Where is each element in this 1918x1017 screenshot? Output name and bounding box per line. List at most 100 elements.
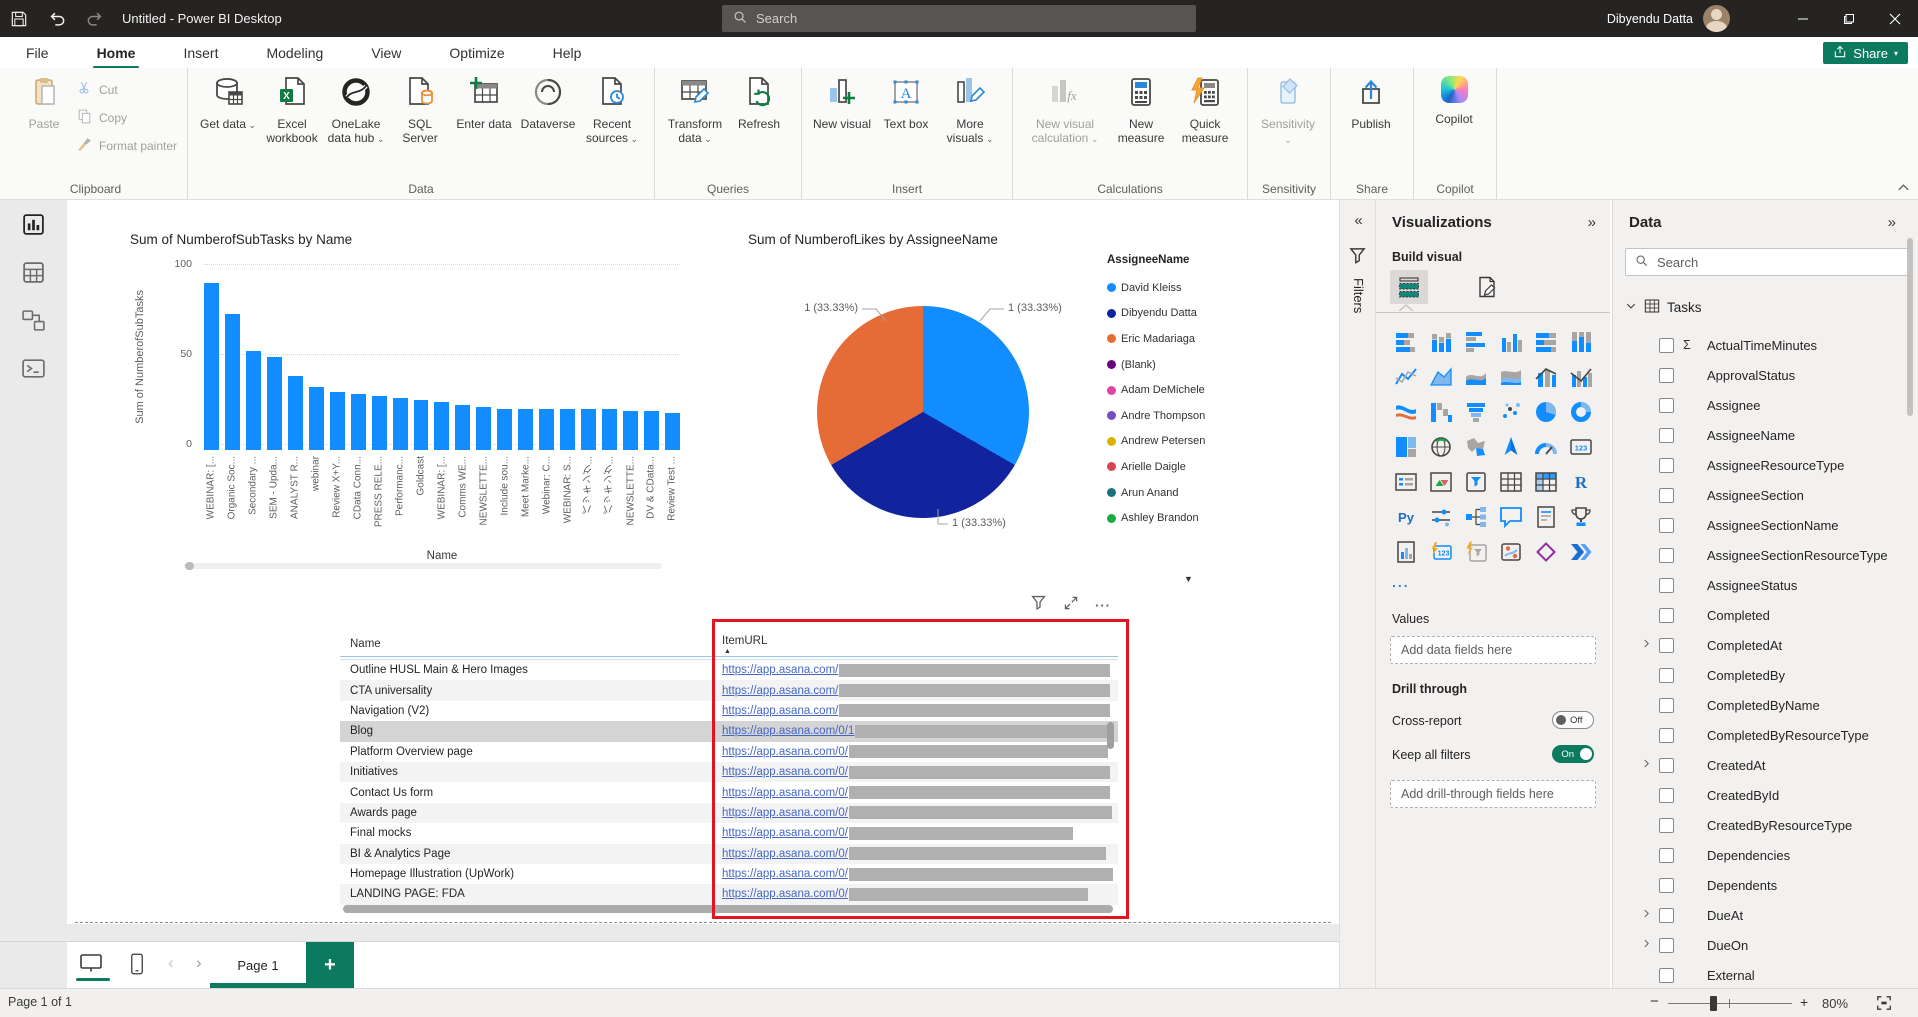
visual-type-r-script-visual[interactable]: R bbox=[1563, 464, 1598, 499]
legend-more-caret-icon[interactable]: ▼ bbox=[1184, 574, 1193, 584]
bar[interactable] bbox=[225, 314, 240, 450]
visual-type-key-influencers[interactable] bbox=[1423, 499, 1458, 534]
data-search-input[interactable]: Search bbox=[1625, 248, 1909, 276]
field-checkbox[interactable] bbox=[1659, 728, 1674, 743]
legend-item[interactable]: Dibyendu Datta bbox=[1107, 301, 1240, 327]
visual-type-map[interactable] bbox=[1423, 429, 1458, 464]
visual-type-100-stacked-column-chart[interactable] bbox=[1563, 324, 1598, 359]
field-row-completed[interactable]: Completed bbox=[1613, 600, 1903, 630]
legend-item[interactable]: Andrew Petersen bbox=[1107, 429, 1240, 455]
field-checkbox[interactable] bbox=[1659, 458, 1674, 473]
field-row-assigneename[interactable]: AssigneeName bbox=[1613, 420, 1903, 450]
menu-tab-view[interactable]: View bbox=[369, 41, 403, 65]
field-row-assignee[interactable]: Assignee bbox=[1613, 390, 1903, 420]
field-checkbox[interactable] bbox=[1659, 698, 1674, 713]
table-row[interactable]: Navigation (V2)https://app.asana.com/ bbox=[340, 701, 1118, 721]
field-checkbox[interactable] bbox=[1659, 758, 1674, 773]
cross-report-toggle[interactable]: Off bbox=[1552, 711, 1594, 729]
field-row-completedbyresourcetype[interactable]: CompletedByResourceType bbox=[1613, 720, 1903, 750]
item-url-link[interactable]: https://app.asana.com/0/ bbox=[722, 868, 848, 880]
field-checkbox[interactable] bbox=[1659, 428, 1674, 443]
field-row-dependents[interactable]: Dependents bbox=[1613, 870, 1903, 900]
chevron-down-icon[interactable] bbox=[1625, 300, 1637, 315]
chevron-right-icon[interactable] bbox=[1639, 936, 1653, 954]
visual-type-line-and-clustered-column-chart[interactable] bbox=[1563, 359, 1598, 394]
visual-type-paginated-report[interactable] bbox=[1388, 534, 1423, 569]
bar[interactable] bbox=[560, 409, 575, 450]
field-checkbox[interactable] bbox=[1659, 788, 1674, 803]
bar[interactable] bbox=[518, 409, 533, 450]
bar[interactable] bbox=[455, 405, 470, 450]
field-row-assigneestatus[interactable]: AssigneeStatus bbox=[1613, 570, 1903, 600]
field-row-createdat[interactable]: CreatedAt bbox=[1613, 750, 1903, 780]
ribbon-onelake-data-hub-button[interactable]: OneLake data hub ⌄ bbox=[324, 74, 388, 148]
menu-tab-insert[interactable]: Insert bbox=[181, 41, 220, 65]
item-url-link[interactable]: https://app.asana.com/0/ bbox=[722, 848, 848, 860]
tab-format-visual[interactable] bbox=[1472, 272, 1502, 302]
visual-type-new-card[interactable]: 123 bbox=[1423, 534, 1458, 569]
visual-type-scatter-chart[interactable] bbox=[1493, 394, 1528, 429]
bar[interactable] bbox=[602, 409, 617, 450]
save-icon[interactable] bbox=[0, 0, 38, 37]
undo-icon[interactable] bbox=[38, 0, 76, 37]
visual-type-power-automate[interactable] bbox=[1563, 534, 1598, 569]
rail-model-view[interactable] bbox=[0, 296, 67, 344]
rail-report-view[interactable] bbox=[0, 200, 67, 248]
filters-pane-label[interactable]: Filters bbox=[1340, 278, 1377, 313]
field-row-assigneesectionresourcetype[interactable]: AssigneeSectionResourceType bbox=[1613, 540, 1903, 570]
visual-type-python-visual[interactable]: Py bbox=[1388, 499, 1423, 534]
item-url-link[interactable]: https://app.asana.com/ bbox=[722, 664, 838, 676]
table-row[interactable]: Bloghttps://app.asana.com/0/1 bbox=[340, 721, 1118, 741]
ribbon-new-measure-button[interactable]: New measure bbox=[1109, 74, 1173, 147]
keep-all-filters-toggle[interactable]: On bbox=[1552, 745, 1594, 763]
bar-chart-scrollbar[interactable] bbox=[184, 563, 662, 569]
menu-tab-optimize[interactable]: Optimize bbox=[447, 41, 506, 65]
bar[interactable] bbox=[434, 402, 449, 450]
field-row-completedat[interactable]: CompletedAt bbox=[1613, 630, 1903, 660]
visual-type-donut-chart[interactable] bbox=[1563, 394, 1598, 429]
table-row[interactable]: Outline HUSL Main & Hero Imageshttps://a… bbox=[340, 660, 1118, 680]
ribbon-refresh-button[interactable]: Refresh bbox=[727, 74, 791, 134]
legend-item[interactable]: David Kleiss bbox=[1107, 275, 1240, 301]
bar[interactable] bbox=[393, 398, 408, 450]
field-checkbox[interactable] bbox=[1659, 338, 1674, 353]
zoom-out-icon[interactable]: − bbox=[1650, 993, 1659, 1010]
bar[interactable] bbox=[414, 400, 429, 450]
pie-chart[interactable]: Sum of NumberofLikes by AssigneeName 1 (… bbox=[740, 232, 1240, 577]
column-header-itemurl[interactable]: ItemURL bbox=[722, 635, 767, 647]
menu-tab-file[interactable]: File bbox=[24, 41, 51, 65]
table-row[interactable]: LANDING PAGE: FDAhttps://app.asana.com/0… bbox=[340, 884, 1118, 904]
field-row-createdbyid[interactable]: CreatedById bbox=[1613, 780, 1903, 810]
legend-item[interactable]: Arielle Daigle bbox=[1107, 454, 1240, 480]
item-url-link[interactable]: https://app.asana.com/0/ bbox=[722, 787, 848, 799]
visual-type-azure-map[interactable] bbox=[1493, 429, 1528, 464]
visual-type-new-slicer[interactable] bbox=[1458, 534, 1493, 569]
ribbon-new-visual-button[interactable]: New visual bbox=[810, 74, 874, 134]
visual-type-smart-narrative[interactable] bbox=[1528, 499, 1563, 534]
item-url-link[interactable]: https://app.asana.com/ bbox=[722, 705, 838, 717]
bar-chart[interactable]: Sum of NumberofSubTasks by Name Sum of N… bbox=[104, 232, 685, 567]
ribbon-more-visuals-button[interactable]: More visuals ⌄ bbox=[938, 74, 1002, 148]
ribbon-excel-workbook-button[interactable]: XExcel workbook bbox=[260, 74, 324, 147]
ribbon-sql-server-button[interactable]: SQL Server bbox=[388, 74, 452, 147]
bar[interactable] bbox=[539, 409, 554, 450]
visual-type-decomposition-tree[interactable] bbox=[1458, 499, 1493, 534]
field-checkbox[interactable] bbox=[1659, 938, 1674, 953]
field-row-external[interactable]: External bbox=[1613, 960, 1903, 990]
visual-type-line-chart[interactable] bbox=[1388, 359, 1423, 394]
field-checkbox[interactable] bbox=[1659, 638, 1674, 653]
item-url-link[interactable]: https://app.asana.com/0/ bbox=[722, 888, 848, 900]
table-row[interactable]: Awards pagehttps://app.asana.com/0/ bbox=[340, 803, 1118, 823]
visual-type-table[interactable] bbox=[1493, 464, 1528, 499]
rail-dax-query-view[interactable] bbox=[0, 344, 67, 392]
new-page-button[interactable]: + bbox=[306, 942, 354, 988]
visual-type-q-and-a[interactable] bbox=[1493, 499, 1528, 534]
column-header-name[interactable]: Name bbox=[350, 638, 381, 650]
table-row[interactable]: Initiativeshttps://app.asana.com/0/ bbox=[340, 762, 1118, 782]
page-tab[interactable]: Page 1 bbox=[210, 942, 306, 988]
bar[interactable] bbox=[267, 357, 282, 450]
collapse-visualizations-icon[interactable]: » bbox=[1588, 214, 1596, 231]
collapse-data-icon[interactable]: » bbox=[1888, 214, 1896, 231]
field-row-actualtimeminutes[interactable]: ΣActualTimeMinutes bbox=[1613, 330, 1903, 360]
field-checkbox[interactable] bbox=[1659, 368, 1674, 383]
